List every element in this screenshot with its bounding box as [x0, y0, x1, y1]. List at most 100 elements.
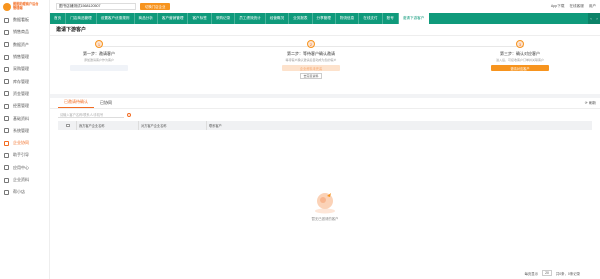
- sidebar-item-3[interactable]: 销售管理: [0, 51, 49, 63]
- empty-text: 暂无已邀请的客户: [311, 217, 339, 221]
- empty-state: 暂无已邀请的客户: [50, 190, 600, 221]
- nav-tab-2[interactable]: 设置客户优惠规则: [97, 13, 135, 24]
- nav-tab-3[interactable]: 商品分析: [135, 13, 158, 24]
- nav-tab-5[interactable]: 客户标签: [188, 13, 212, 24]
- tab-pending[interactable]: 已邀请待确认: [58, 99, 94, 108]
- user-menu[interactable]: 用户: [589, 4, 596, 9]
- step-1: 1 第一步：邀请客户 添加邀请客户作为客户: [44, 40, 154, 71]
- nav-tab-4[interactable]: 客户营销管理: [158, 13, 189, 24]
- sidebar-item-12[interactable]: 应用中心: [0, 162, 49, 174]
- sidebar-item-label: 数据看板: [13, 17, 29, 23]
- sidebar-item-label: 帮小店: [13, 189, 25, 195]
- main-content: 邀请下游客户 1 第一步：邀请客户 添加邀请客户作为客户 2 第二步：等待客户确认邀请等…: [50, 24, 600, 279]
- sidebar-item-2[interactable]: 数据资产: [0, 39, 49, 51]
- sidebar-item-10[interactable]: 企业协同: [0, 137, 49, 149]
- switch-shop-button[interactable]: 切换门店企业: [140, 3, 171, 10]
- page-title: 邀请下游客户: [50, 24, 600, 36]
- shop-selector[interactable]: 图书店铺测试1568120507: [56, 3, 136, 10]
- nav-tab-11[interactable]: 物流信息: [336, 13, 360, 24]
- tab-nav: 首页 门店商品管理 设置客户优惠规则 商品分析 客户营销管理 客户标签 采购记录 员工绩效统计…: [50, 13, 600, 24]
- sidebar-item-9[interactable]: 系统管理: [0, 125, 49, 137]
- step-description: 添加邀请客户作为客户: [83, 58, 114, 62]
- sidebar-item-label: 销售管理: [13, 54, 29, 60]
- step-description: 等待客户确认邀请后自动成为您的客户: [285, 58, 337, 62]
- search-icon[interactable]: [127, 113, 131, 117]
- sidebar-item-label: 销售商品: [13, 29, 29, 35]
- col-own-customer: 我方客户企业名称: [76, 121, 138, 130]
- step-action-button[interactable]: [70, 65, 128, 71]
- nav-tab-7[interactable]: 员工绩效统计: [235, 13, 266, 24]
- app-download-link[interactable]: App下载: [551, 4, 565, 9]
- sidebar-item-label: 助手引导: [13, 152, 29, 158]
- sidebar-item-14[interactable]: 帮小店: [0, 186, 49, 198]
- sidebar-item-6[interactable]: 资金管理: [0, 88, 49, 100]
- sidebar-item-label: 采购管理: [13, 66, 29, 72]
- nav-tab-10[interactable]: 分享管理: [313, 13, 336, 24]
- purchase-icon: [4, 66, 9, 72]
- pagination: 每页显示 20 共0条，0条记录: [525, 270, 580, 276]
- nav-tab-1[interactable]: 门店商品管理: [66, 13, 97, 24]
- assets-icon: [4, 42, 9, 48]
- col-contact: 联系客户: [206, 121, 266, 130]
- online-service-link[interactable]: 在线客服: [569, 4, 583, 9]
- step-link[interactable]: 去完善资料: [300, 72, 322, 79]
- step-number: 3: [516, 40, 524, 48]
- sidebar-item-0[interactable]: 数据看板: [0, 14, 49, 26]
- brand-logo[interactable]: 图图助理商户后台 管理端: [0, 0, 49, 14]
- app-icon: [4, 165, 9, 171]
- sidebar-item-7[interactable]: 经营管理: [0, 100, 49, 112]
- sidebar-item-label: 应用中心: [13, 164, 29, 170]
- step-title: 第一步：邀请客户: [83, 51, 115, 56]
- sidebar-item-4[interactable]: 采购管理: [0, 63, 49, 75]
- nav-tab-14[interactable]: 邀请下游客户: [398, 13, 430, 24]
- page-size-select[interactable]: 20: [542, 270, 552, 276]
- sidebar: 图图助理商户后台 管理端 数据看板销售商品数据资产销售管理采购管理库存管理 资金管…: [0, 0, 50, 279]
- filter-bar: 请输入客户名称/联系人/手机号: [50, 109, 600, 121]
- profile-icon: [4, 177, 9, 183]
- sidebar-menu: 数据看板销售商品数据资产销售管理采购管理库存管理 资金管理 经营管理基础资料系统管理…: [0, 14, 49, 198]
- search-input[interactable]: 请输入客户名称/联系人/手机号: [58, 112, 124, 118]
- guide-icon: [4, 152, 9, 158]
- chart-icon: [4, 103, 9, 109]
- store-icon: [4, 189, 9, 195]
- nav-tab-6[interactable]: 采购记录: [212, 13, 236, 24]
- empty-illustration-icon: [312, 190, 338, 214]
- nav-tab-9[interactable]: 业务报表: [289, 13, 313, 24]
- team-icon: [4, 140, 9, 146]
- step-number: 1: [95, 40, 103, 48]
- sidebar-item-11[interactable]: 助手引导: [0, 149, 49, 161]
- status-tabs: 已邀请待确认 已协同 ⟳ 刷新: [50, 98, 600, 109]
- nav-tab-8[interactable]: 经营概况: [266, 13, 290, 24]
- nav-tab-12[interactable]: 在线支付: [359, 13, 383, 24]
- nav-tab-13[interactable]: 账号: [383, 13, 399, 24]
- col-peer-customer: 对方客户企业名称: [138, 121, 206, 130]
- sidebar-item-1[interactable]: 销售商品: [0, 26, 49, 38]
- dashboard-icon: [4, 17, 9, 23]
- sidebar-item-label: 系统管理: [13, 127, 29, 133]
- step-action-button[interactable]: 邀请对应客户: [491, 65, 549, 71]
- top-bar: 图书店铺测试1568120507 切换门店企业 App下载 在线客服 用户: [50, 0, 600, 13]
- sidebar-item-13[interactable]: 企业资料: [0, 174, 49, 186]
- refresh-button[interactable]: ⟳ 刷新: [585, 101, 596, 106]
- step-title: 第二步：等待客户确认邀请: [287, 51, 335, 56]
- brand-subtitle: 管理端: [13, 6, 23, 10]
- nav-tab-0[interactable]: 首页: [50, 13, 67, 24]
- tab-collaborated[interactable]: 已协同: [94, 100, 118, 108]
- step-title: 第三步：确认对应客户: [500, 51, 540, 56]
- select-all-checkbox[interactable]: [66, 123, 70, 128]
- sidebar-item-5[interactable]: 库存管理: [0, 75, 49, 87]
- nav-next-icon[interactable]: ›: [594, 13, 600, 24]
- goods-icon: [4, 29, 9, 35]
- step-action-button[interactable]: 企业资料未完善: [282, 65, 340, 71]
- book-icon: [4, 116, 9, 122]
- pagination-summary: 共0条，0条记录: [555, 271, 580, 276]
- sidebar-item-label: 基础资料: [13, 115, 29, 121]
- sidebar-item-label: 数据资产: [13, 41, 29, 47]
- sidebar-item-label: 企业协同: [13, 140, 29, 146]
- sidebar-item-8[interactable]: 基础资料: [0, 112, 49, 124]
- step-description: 进入后，可接收客户订单并关联客户: [495, 58, 544, 62]
- sidebar-item-label: 企业资料: [13, 177, 29, 182]
- table-header: 我方客户企业名称 对方客户企业名称 联系客户: [58, 121, 592, 130]
- step-2: 2 第二步：等待客户确认邀请 等待客户确认邀请后自动成为您的客户 企业资料未完善 去完善…: [256, 40, 366, 79]
- step-3: 3 第三步：确认对应客户 进入后，可接收客户订单并关联客户邀请对应客户: [465, 40, 575, 71]
